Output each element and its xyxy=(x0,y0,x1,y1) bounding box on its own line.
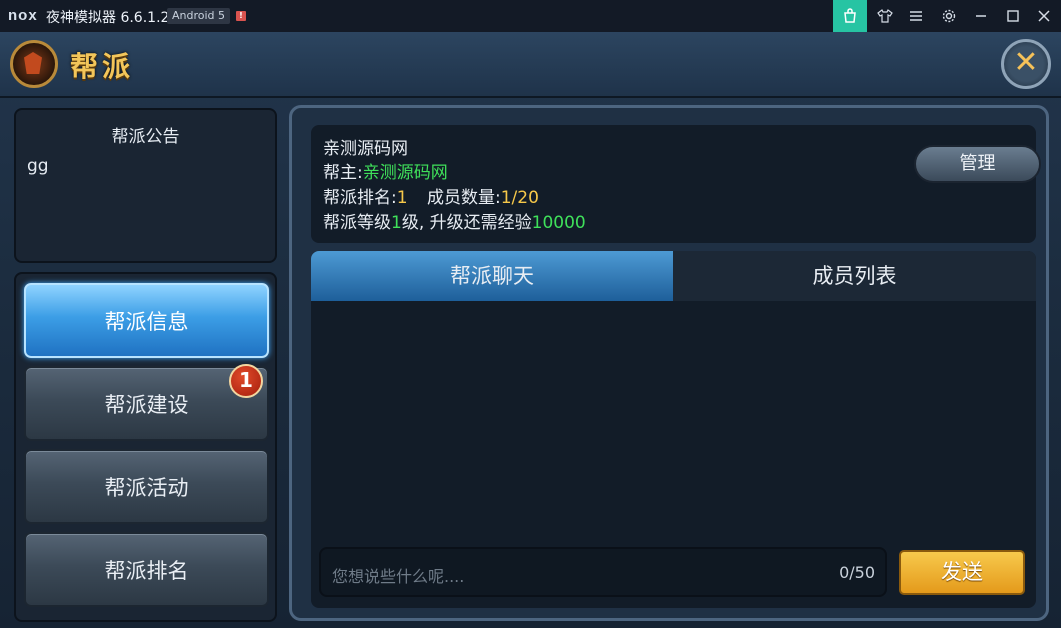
rank-label: 帮派排名: xyxy=(323,188,397,208)
rank-value: 1 xyxy=(396,188,408,208)
level-prefix: 帮派等级 xyxy=(323,213,391,233)
gear-icon[interactable] xyxy=(932,0,966,32)
guild-level-row: 帮派等级1级, 升级还需经验10000 xyxy=(323,208,586,233)
level-value: 1 xyxy=(391,213,402,233)
app-title: 夜神模拟器 6.6.1.2 xyxy=(46,10,170,26)
char-counter: 0/50 xyxy=(839,563,875,582)
guild-info-panel: 亲测源码网 帮主:亲测源码网 帮派排名:1 成员数量:1/20 帮派等级1级, … xyxy=(289,105,1049,621)
close-icon[interactable] xyxy=(1027,0,1061,32)
android-version-badge: Android 5 xyxy=(167,8,231,24)
announcement-text: gg xyxy=(27,156,49,176)
members-value: 1/20 xyxy=(500,188,539,208)
tab-guild-chat[interactable]: 帮派聊天 xyxy=(311,251,673,301)
guild-leader-row: 帮主:亲测源码网 xyxy=(323,158,448,183)
menu-item-guild-info[interactable]: 帮派信息 xyxy=(24,283,269,358)
warning-icon[interactable]: ! xyxy=(236,11,246,21)
guild-emblem-icon xyxy=(10,40,58,88)
chat-placeholder: 您想说些什么呢.... xyxy=(332,567,465,586)
tab-member-list[interactable]: 成员列表 xyxy=(673,251,1036,301)
close-panel-button[interactable]: ✕ xyxy=(1001,39,1051,89)
leader-name: 亲测源码网 xyxy=(362,163,448,183)
chat-panel: 帮派聊天 成员列表 您想说些什么呢.... 0/50 发送 xyxy=(311,251,1036,608)
announcement-title: 帮派公告 xyxy=(111,127,180,147)
members-label: 成员数量: xyxy=(426,188,501,208)
game-screen: 帮派 ✕ 帮派公告 gg 帮派信息 帮派建设 帮派活动 帮派排名 1 亲测源码网… xyxy=(0,32,1061,628)
notification-badge: 1 xyxy=(229,364,263,398)
header-bar: 帮派 ✕ xyxy=(0,32,1061,98)
maximize-icon[interactable] xyxy=(996,0,1030,32)
menu-item-guild-activities[interactable]: 帮派活动 xyxy=(24,449,269,524)
menu-icon[interactable] xyxy=(899,0,933,32)
store-icon[interactable] xyxy=(833,0,867,32)
level-mid: 级, 升级还需经验 xyxy=(401,213,532,233)
exp-needed: 10000 xyxy=(531,213,586,233)
menu-item-guild-ranking[interactable]: 帮派排名 xyxy=(24,532,269,607)
guild-announcement-panel: 帮派公告 gg xyxy=(14,108,277,263)
chat-input[interactable]: 您想说些什么呢.... 0/50 xyxy=(319,547,887,597)
nox-logo: nox xyxy=(8,7,38,24)
guild-stats-row: 帮派排名:1 成员数量:1/20 xyxy=(323,183,539,208)
guild-menu: 帮派信息 帮派建设 帮派活动 帮派排名 1 xyxy=(14,272,277,622)
window-titlebar: nox 夜神模拟器 6.6.1.2 Android 5 ! xyxy=(0,0,1061,32)
send-button[interactable]: 发送 xyxy=(899,550,1025,595)
shirt-icon[interactable] xyxy=(868,0,902,32)
guild-name: 亲测源码网 xyxy=(323,139,408,159)
manage-button[interactable]: 管理 xyxy=(914,145,1041,183)
page-title: 帮派 xyxy=(70,50,135,83)
minimize-icon[interactable] xyxy=(964,0,998,32)
guild-summary: 亲测源码网 帮主:亲测源码网 帮派排名:1 成员数量:1/20 帮派等级1级, … xyxy=(311,125,1041,243)
leader-label: 帮主: xyxy=(323,163,363,183)
